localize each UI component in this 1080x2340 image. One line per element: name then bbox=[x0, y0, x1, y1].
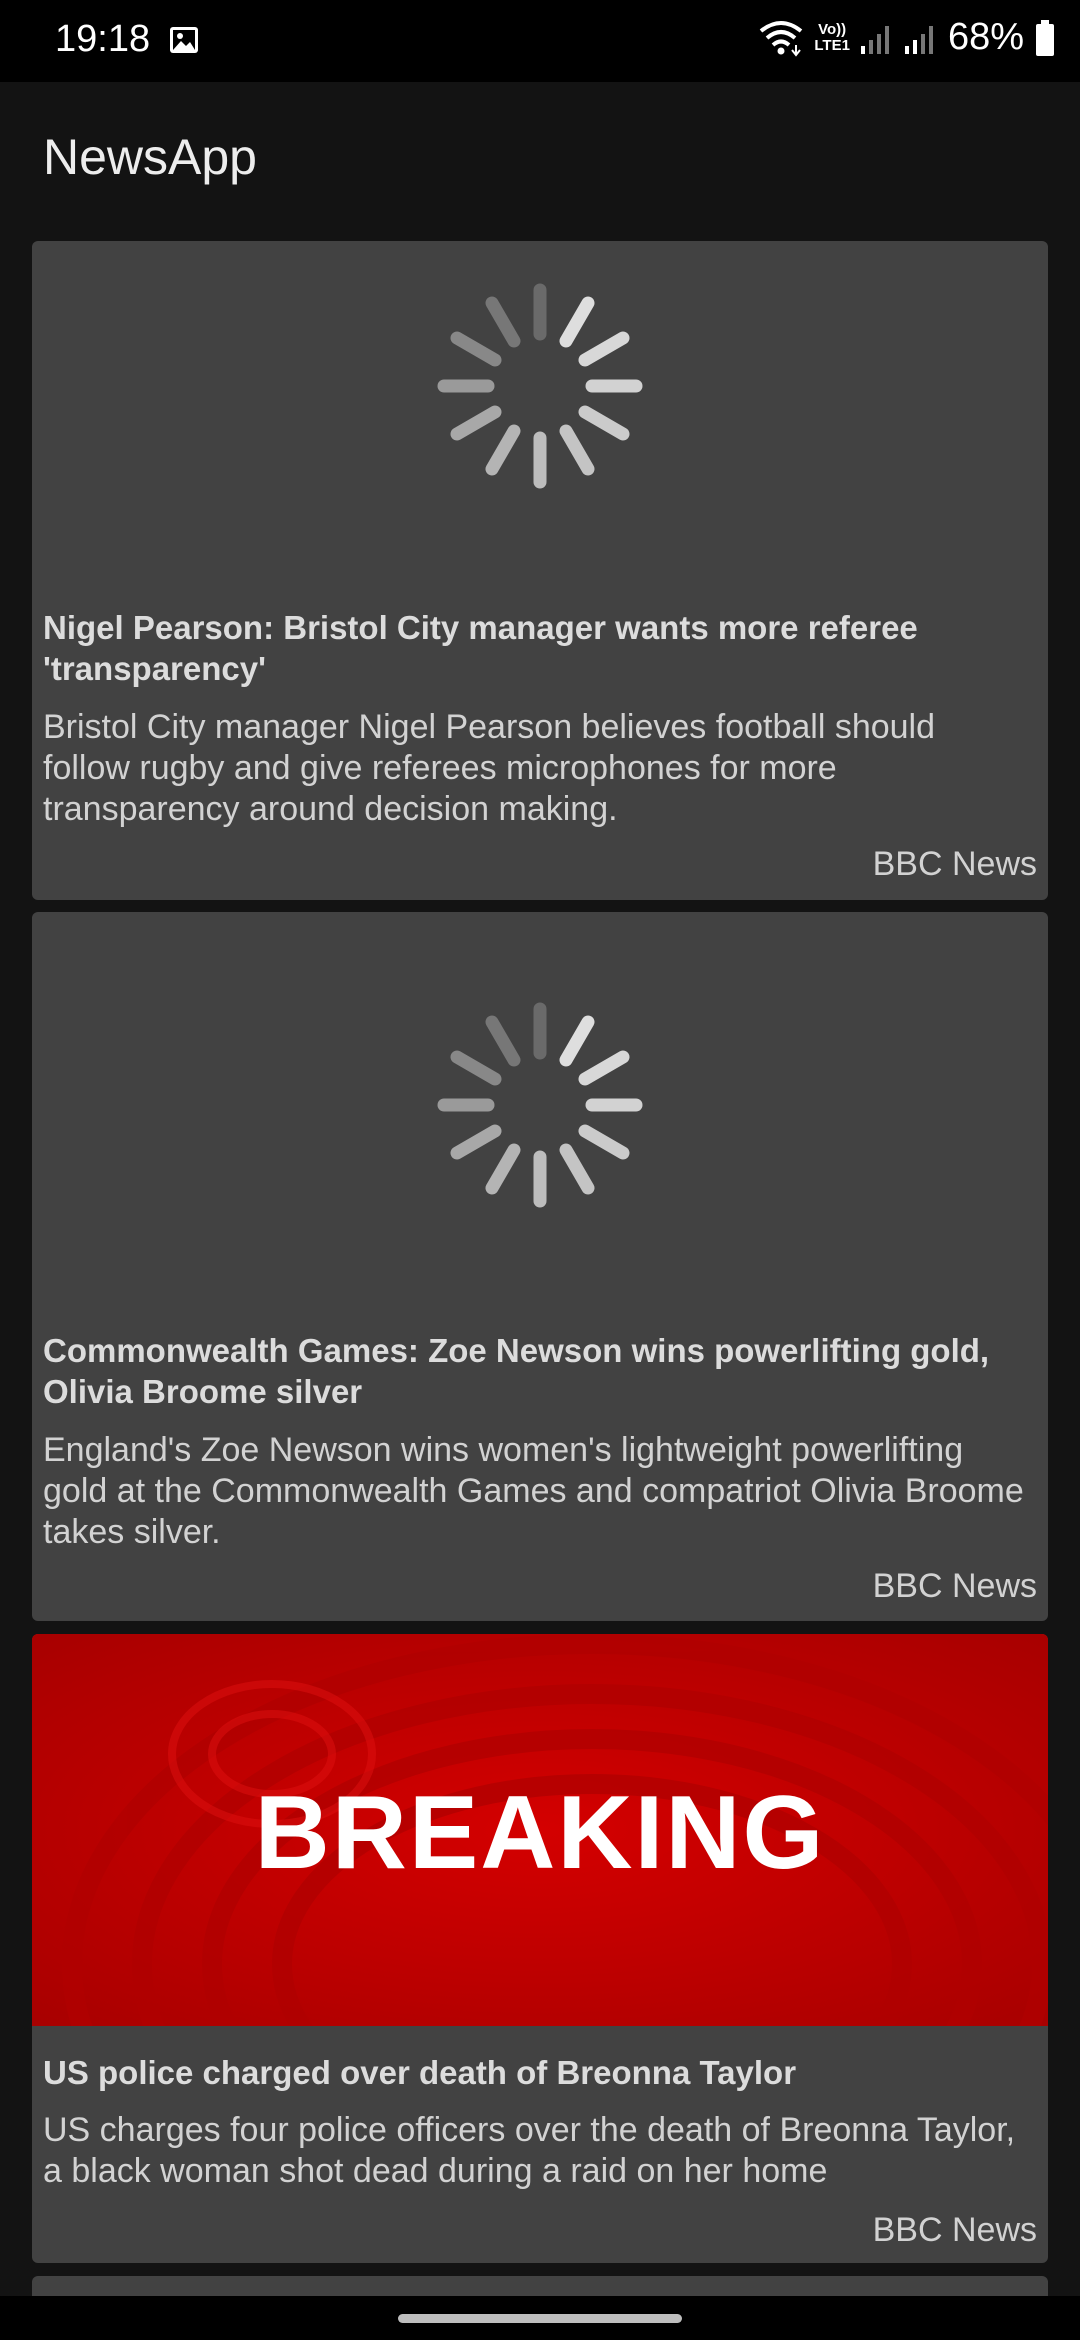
article-image-loading bbox=[32, 241, 1048, 531]
volte-indicator: Vo)) LTE1 bbox=[814, 20, 850, 54]
article-title: US police charged over death of Breonna … bbox=[43, 2054, 797, 2091]
article-title: Nigel Pearson: Bristol City manager want… bbox=[43, 609, 918, 687]
breaking-news-image: BREAKING bbox=[32, 1634, 1048, 2026]
signal-icon bbox=[860, 25, 889, 54]
wifi-icon bbox=[760, 20, 803, 57]
app-title: NewsApp bbox=[43, 129, 257, 185]
article-source: BBC News bbox=[872, 1567, 1037, 1605]
status-bar: 19:18 Vo)) LTE1 68% bbox=[0, 0, 1080, 82]
article-source: BBC News bbox=[872, 845, 1037, 883]
article-card[interactable]: Nigel Pearson: Bristol City manager want… bbox=[32, 241, 1048, 900]
battery-icon bbox=[1036, 19, 1054, 56]
article-title: Commonwealth Games: Zoe Newson wins powe… bbox=[43, 1332, 990, 1410]
navigation-bar bbox=[0, 2296, 1080, 2340]
gallery-icon bbox=[170, 27, 198, 53]
volte-label: Vo)) bbox=[818, 20, 847, 38]
loading-spinner-icon bbox=[437, 283, 643, 489]
article-description: Bristol City manager Nigel Pearson belie… bbox=[43, 708, 936, 828]
status-time: 19:18 bbox=[55, 18, 151, 60]
article-description: US charges four police officers over the… bbox=[43, 2111, 1016, 2190]
loading-spinner-icon bbox=[437, 1002, 643, 1208]
battery-percent: 68% bbox=[947, 16, 1024, 58]
app-bar: NewsApp bbox=[0, 82, 1080, 240]
article-card[interactable]: Commonwealth Games: Zoe Newson wins powe… bbox=[32, 912, 1048, 1621]
breaking-label: BREAKING bbox=[254, 1775, 826, 1891]
lte-label: LTE1 bbox=[814, 36, 850, 54]
article-description: England's Zoe Newson wins women's lightw… bbox=[43, 1431, 1024, 1551]
article-card[interactable]: BREAKING US police charged over death of… bbox=[32, 1634, 1048, 2263]
signal-icon-2 bbox=[904, 25, 933, 54]
home-gesture-handle[interactable] bbox=[398, 2314, 682, 2323]
article-source: BBC News bbox=[872, 2211, 1037, 2249]
article-image-loading bbox=[32, 912, 1048, 1302]
